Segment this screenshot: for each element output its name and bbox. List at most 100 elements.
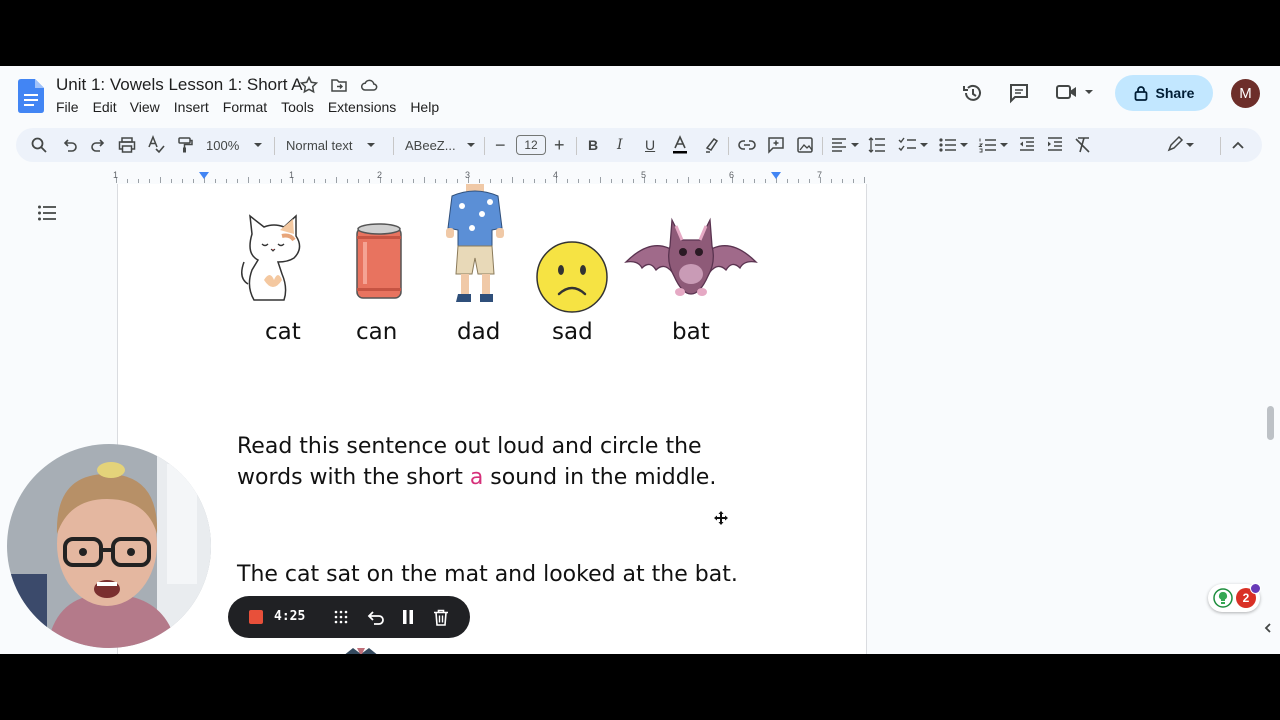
scrollbar[interactable] [1267, 406, 1274, 440]
zoom-select[interactable]: 100% [206, 128, 263, 162]
notification-dot [1250, 583, 1261, 594]
text-color-icon[interactable] [672, 128, 688, 162]
ruler-tick [743, 179, 744, 183]
comments-icon[interactable] [1008, 82, 1030, 104]
ruler-number: 6 [729, 170, 735, 180]
ruler-tick [666, 179, 667, 183]
recording-toolbar: 4:25 [228, 596, 470, 638]
numbered-list-icon[interactable] [978, 128, 1010, 162]
paragraph-style-value: Normal text [286, 137, 353, 153]
menu-file[interactable]: File [56, 99, 93, 115]
paragraph-style-select[interactable]: Normal text [286, 128, 376, 162]
pause-icon[interactable] [401, 609, 415, 625]
ruler-tick [842, 179, 843, 183]
checklist-icon[interactable] [898, 128, 930, 162]
suggestions-badge[interactable]: 2 [1208, 583, 1261, 612]
ruler-tick [347, 179, 348, 183]
ruler-tick [501, 179, 502, 183]
ruler-tick [699, 179, 700, 183]
paint-format-icon[interactable] [176, 128, 194, 162]
add-comment-icon[interactable] [767, 128, 785, 162]
chevron-up-icon[interactable] [1230, 128, 1246, 162]
word-label: can [356, 319, 398, 345]
webcam-bubble[interactable] [7, 444, 211, 648]
line-spacing-icon[interactable] [868, 128, 886, 162]
italic-icon[interactable]: I [617, 128, 623, 162]
bold-icon[interactable]: B [588, 128, 598, 162]
instruction-text: words with the short [237, 465, 470, 490]
menu-help[interactable]: Help [410, 99, 448, 115]
menu-extensions[interactable]: Extensions [328, 99, 410, 115]
version-history-icon[interactable] [962, 82, 984, 104]
ruler-tick [182, 179, 183, 183]
ruler-tick [160, 177, 161, 183]
print-icon[interactable] [118, 128, 136, 162]
ruler-number: 3 [465, 170, 471, 180]
ruler-tick [831, 179, 832, 183]
ruler-tick [809, 179, 810, 183]
word-label: cat [265, 319, 301, 345]
ruler-number: 7 [817, 170, 823, 180]
divider [576, 137, 577, 155]
drag-handle-icon[interactable] [333, 609, 349, 625]
font-value: ABeeZ... [405, 137, 456, 153]
star-icon[interactable] [300, 76, 318, 94]
menu-format[interactable]: Format [223, 99, 281, 115]
lock-icon [1134, 86, 1147, 101]
ruler-tick [677, 179, 678, 183]
word-label: dad [457, 319, 501, 345]
insert-image-icon[interactable] [796, 128, 814, 162]
font-select[interactable]: ABeeZ... [405, 128, 476, 162]
ruler-tick [457, 179, 458, 183]
ruler-tick [413, 179, 414, 183]
delete-recording-icon[interactable] [433, 609, 449, 626]
link-icon[interactable] [738, 128, 756, 162]
clear-formatting-icon[interactable] [1074, 128, 1092, 162]
ruler[interactable]: 1 1 2 3 4 5 6 7 [113, 170, 865, 184]
decrease-font-size-button[interactable]: − [495, 128, 506, 162]
ruler-tick [710, 179, 711, 183]
bulleted-list-icon[interactable] [938, 128, 970, 162]
move-folder-icon[interactable] [330, 76, 348, 94]
undo-icon[interactable] [62, 128, 78, 162]
menu-insert[interactable]: Insert [174, 99, 223, 115]
redo-icon[interactable] [90, 128, 106, 162]
stop-recording-button[interactable] [249, 610, 263, 624]
instruction-text: sound in the middle. [483, 465, 717, 490]
docs-logo-icon[interactable] [18, 79, 44, 113]
chevron-left-icon[interactable] [1262, 622, 1274, 634]
share-button[interactable]: Share [1115, 75, 1213, 111]
ruler-tick [325, 179, 326, 183]
dad-illustration [446, 184, 504, 302]
ruler-tick [853, 179, 854, 183]
search-menus-icon[interactable] [30, 128, 48, 162]
ruler-tick [512, 177, 513, 183]
document-title[interactable]: Unit 1: Vowels Lesson 1: Short A [56, 75, 303, 95]
spellcheck-icon[interactable] [147, 128, 165, 162]
menu-edit[interactable]: Edit [93, 99, 130, 115]
document-page[interactable]: cat can dad sad bat Read this sentence o… [117, 184, 867, 654]
editing-mode-icon[interactable] [1166, 128, 1196, 162]
increase-font-size-button[interactable]: + [554, 128, 565, 162]
cloud-saved-icon[interactable] [360, 76, 378, 94]
recording-timer: 4:25 [274, 609, 306, 624]
avatar[interactable]: M [1231, 79, 1260, 108]
menu-tools[interactable]: Tools [281, 99, 328, 115]
title-icons [300, 76, 378, 94]
highlight-color-icon[interactable] [703, 128, 719, 162]
restart-recording-icon[interactable] [367, 609, 385, 625]
menu-view[interactable]: View [130, 99, 174, 115]
left-indent-marker[interactable] [199, 172, 209, 179]
align-left-icon[interactable] [831, 128, 861, 162]
chevron-down-icon [1085, 90, 1093, 94]
underline-icon[interactable]: U [645, 128, 655, 162]
meet-button[interactable] [1056, 83, 1094, 101]
ruler-tick [435, 179, 436, 183]
increase-indent-icon[interactable] [1046, 128, 1064, 162]
document-outline-icon[interactable] [38, 205, 56, 221]
right-indent-marker[interactable] [771, 172, 781, 179]
decrease-indent-icon[interactable] [1018, 128, 1036, 162]
font-size-field[interactable]: 12 [516, 128, 546, 162]
ruler-tick [171, 179, 172, 183]
ruler-tick [314, 179, 315, 183]
